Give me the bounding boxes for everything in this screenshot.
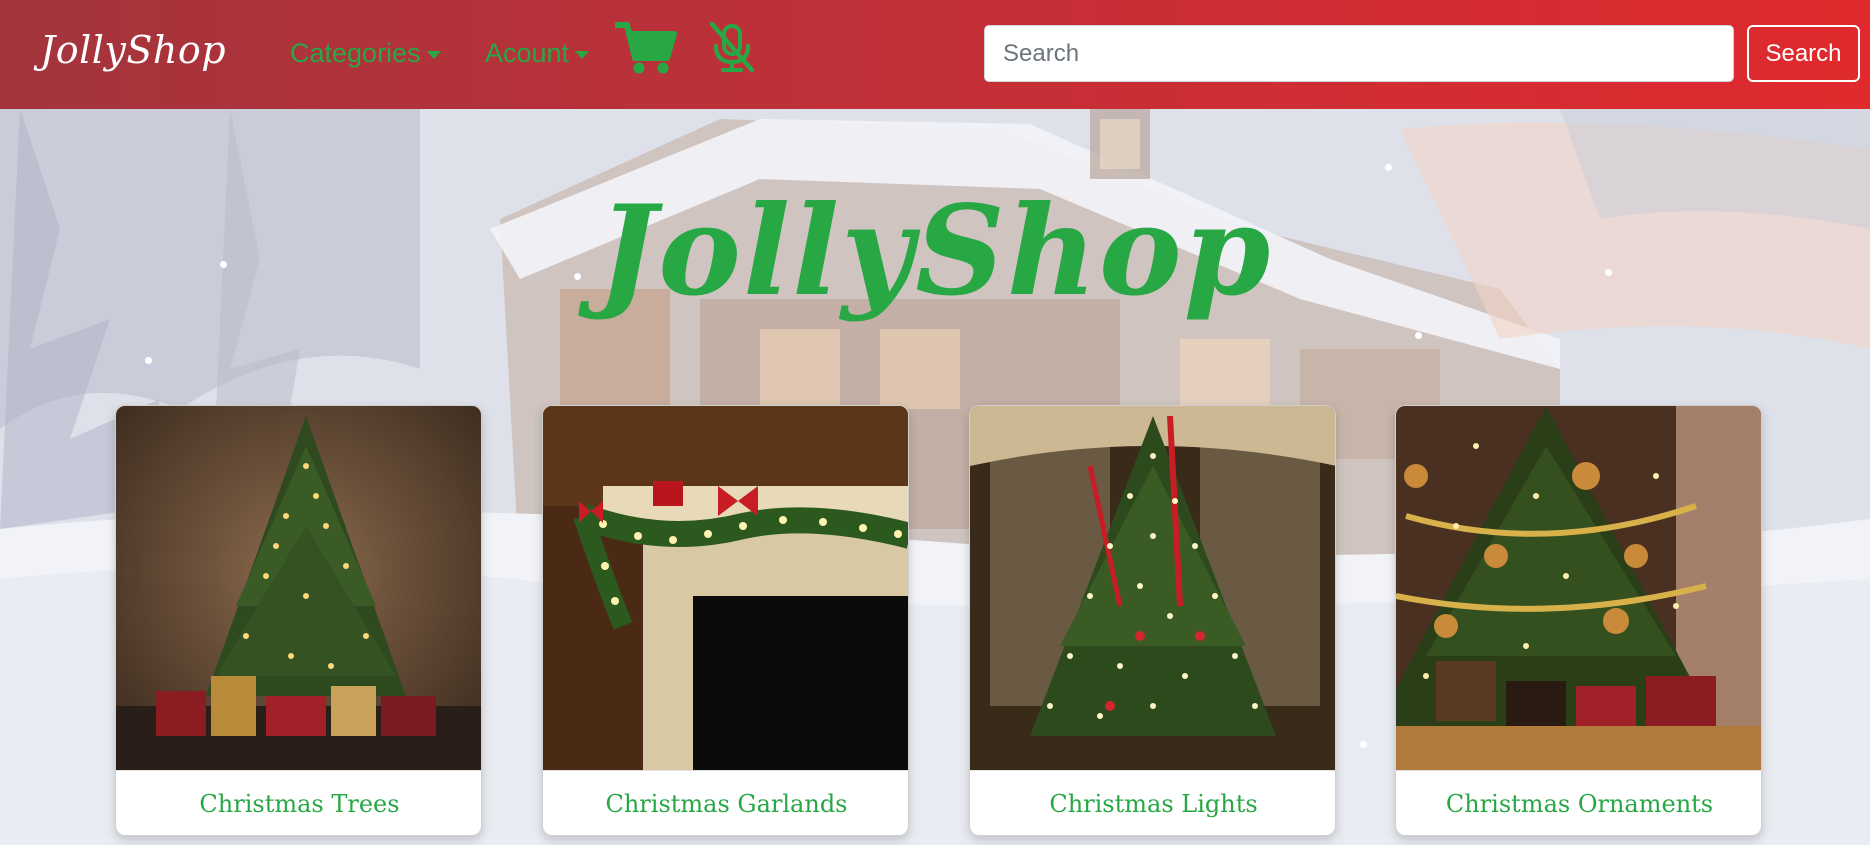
snowflake [145, 357, 152, 364]
category-card-trees[interactable]: Christmas Trees [115, 405, 482, 836]
categories-dropdown[interactable]: Categories [290, 38, 441, 69]
page-title: JollyShop [597, 179, 1273, 324]
category-label: Christmas Trees [116, 770, 481, 835]
category-label: Christmas Garlands [543, 770, 908, 835]
lit-tree-photo [970, 406, 1335, 770]
microphone-off-icon[interactable] [706, 20, 758, 74]
brand-logo[interactable]: JollyShop [40, 28, 226, 72]
chevron-down-icon [426, 50, 441, 59]
categories-label: Categories [290, 38, 421, 68]
fireplace-garland-photo [543, 406, 908, 770]
ornaments-tree-photo [1396, 406, 1761, 770]
category-card-lights[interactable]: Christmas Lights [969, 405, 1336, 836]
snowflake [1415, 332, 1422, 339]
snowflake [1385, 164, 1392, 171]
shopping-cart-icon[interactable] [614, 20, 677, 76]
category-label: Christmas Lights [970, 770, 1335, 835]
search-button[interactable]: Search [1747, 25, 1860, 82]
christmas-tree-photo [116, 406, 481, 770]
category-label: Christmas Ornaments [1396, 770, 1761, 835]
account-dropdown[interactable]: Acount [485, 38, 590, 69]
account-label: Acount [485, 38, 570, 68]
category-card-garlands[interactable]: Christmas Garlands [542, 405, 909, 836]
search-input[interactable] [984, 25, 1734, 82]
navbar: JollyShop Categories Acount Search [0, 0, 1870, 109]
snowflake [1360, 741, 1367, 748]
chevron-down-icon [575, 50, 590, 59]
category-card-ornaments[interactable]: Christmas Ornaments [1395, 405, 1762, 836]
